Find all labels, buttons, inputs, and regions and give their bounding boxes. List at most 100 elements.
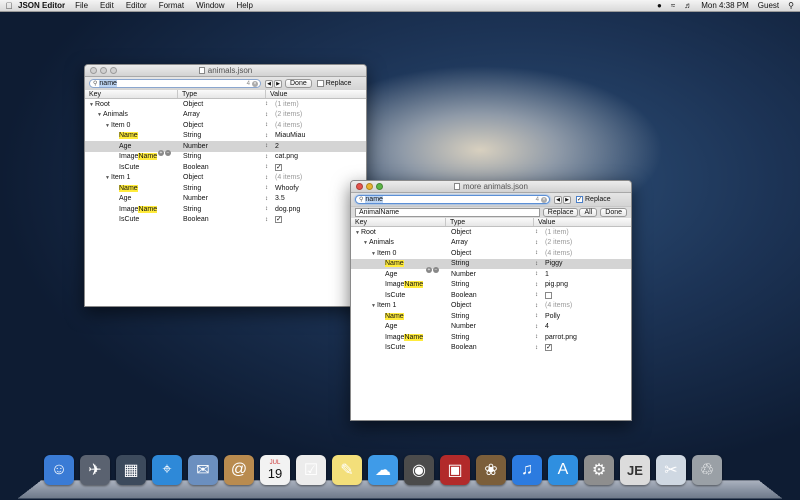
menu-edit[interactable]: Edit xyxy=(100,1,114,10)
row-key[interactable]: Name xyxy=(351,312,447,320)
column-value[interactable]: Value xyxy=(534,218,631,226)
messages-icon[interactable]: ☁ xyxy=(368,455,398,485)
iphoto-icon[interactable]: ❀ xyxy=(476,455,506,485)
row-value[interactable]: ↕ dog.png xyxy=(263,206,363,213)
apple-menu-icon[interactable]:  xyxy=(0,1,18,11)
json-editor-icon[interactable]: JE xyxy=(620,455,650,485)
row-key[interactable]: ▼Animals xyxy=(85,111,179,118)
type-popup-icon[interactable]: ↕ xyxy=(535,324,541,330)
mail-icon[interactable]: ✉ xyxy=(188,455,218,485)
reminders-icon[interactable]: ☑ xyxy=(296,455,326,485)
row-key[interactable]: Name + − xyxy=(351,260,447,274)
row-key[interactable]: IsCute xyxy=(351,292,447,299)
itunes-icon[interactable]: ♫ xyxy=(512,455,542,485)
app-menu[interactable]: JSON Editor xyxy=(18,1,65,10)
system-preferences-icon[interactable]: ⚙ xyxy=(584,455,614,485)
row-value[interactable]: ↕ (4 items) xyxy=(263,174,363,181)
row-value[interactable]: ↕ ✓ xyxy=(263,216,363,224)
type-popup-icon[interactable]: ↕ xyxy=(535,303,541,309)
row-value[interactable]: ↕ 2 xyxy=(263,143,363,150)
outline-row[interactable]: IsCute Boolean ↕ ✓ xyxy=(85,215,366,226)
row-type[interactable]: Boolean xyxy=(447,292,533,299)
outline-row[interactable]: IsCute Boolean ↕ ✓ xyxy=(85,162,366,173)
facetime-icon[interactable]: ◉ xyxy=(404,455,434,485)
type-popup-icon[interactable]: ↕ xyxy=(265,154,271,160)
row-key[interactable]: Age xyxy=(351,271,447,278)
type-popup-icon[interactable]: ↕ xyxy=(535,271,541,277)
row-key[interactable]: Age xyxy=(351,323,447,330)
type-popup-icon[interactable]: ↕ xyxy=(265,122,271,128)
type-popup-icon[interactable]: ↕ xyxy=(535,229,541,235)
contacts-icon[interactable]: @ xyxy=(224,455,254,485)
outline-row[interactable]: IsCute Boolean ↕ ✓ xyxy=(351,343,631,354)
clear-search-icon[interactable]: × xyxy=(252,80,258,87)
outline-row[interactable]: Name String ↕ Whoofy xyxy=(85,183,366,194)
row-value[interactable]: ↕ (2 items) xyxy=(263,111,363,118)
outline-row[interactable]: ImageName String ↕ dog.png xyxy=(85,204,366,215)
row-type[interactable]: String xyxy=(179,132,263,139)
type-popup-icon[interactable]: ↕ xyxy=(265,175,271,181)
row-type[interactable]: Object xyxy=(179,101,263,108)
row-key[interactable]: IsCute xyxy=(351,344,447,351)
previous-match-button[interactable]: ◀ xyxy=(554,195,562,204)
row-key[interactable]: ImageName xyxy=(351,333,447,341)
clock[interactable]: Mon 4:38 PM xyxy=(701,1,749,10)
column-value[interactable]: Value xyxy=(266,90,366,98)
row-type[interactable]: Boolean xyxy=(179,216,263,223)
type-popup-icon[interactable]: ↕ xyxy=(535,345,541,351)
search-input[interactable]: ⚲ name 4 × xyxy=(89,79,261,88)
column-type[interactable]: Type xyxy=(178,90,266,98)
row-key[interactable]: ▼Animals xyxy=(351,239,447,246)
row-type[interactable]: String xyxy=(447,260,533,267)
row-value[interactable]: ↕ 4 xyxy=(533,323,629,330)
row-value[interactable]: ↕ ✓ xyxy=(263,163,363,171)
row-value[interactable]: ↕ 3.5 xyxy=(263,195,363,202)
row-type[interactable]: String xyxy=(179,153,263,160)
row-value[interactable]: ↕ ✓ xyxy=(533,344,629,352)
row-value[interactable]: ↕ cat.png xyxy=(263,153,363,160)
window-titlebar[interactable]: animals.json xyxy=(85,65,366,77)
replace-all-button[interactable]: All xyxy=(579,208,598,217)
replace-button[interactable]: Replace xyxy=(542,208,579,217)
outline-row[interactable]: Age Number ↕ 3.5 xyxy=(85,194,366,205)
notes-icon[interactable]: ✎ xyxy=(332,455,362,485)
type-popup-icon[interactable]: ↕ xyxy=(535,334,541,340)
done-button[interactable]: Done xyxy=(600,208,627,217)
row-type[interactable]: Object xyxy=(447,302,533,309)
row-type[interactable]: Object xyxy=(447,229,533,236)
row-type[interactable]: Boolean xyxy=(179,164,263,171)
type-popup-icon[interactable]: ↕ xyxy=(265,185,271,191)
row-key[interactable]: Age + − xyxy=(85,143,179,156)
type-popup-icon[interactable]: ↕ xyxy=(535,240,541,246)
boolean-checkbox[interactable]: ✓ xyxy=(545,344,552,352)
type-popup-icon[interactable]: ↕ xyxy=(535,282,541,288)
finder-icon[interactable]: ☺ xyxy=(44,455,74,485)
row-value[interactable]: ↕ Piggy xyxy=(533,260,629,267)
column-type[interactable]: Type xyxy=(446,218,534,226)
row-type[interactable]: String xyxy=(447,313,533,320)
menu-file[interactable]: File xyxy=(75,1,88,10)
row-value[interactable]: ↕ (1 item) xyxy=(533,229,629,236)
replace-checkbox[interactable] xyxy=(316,80,324,87)
row-type[interactable]: Number xyxy=(179,195,263,202)
row-value[interactable]: ↕ Whoofy xyxy=(263,185,363,192)
row-value[interactable]: ↕ pig.png xyxy=(533,281,629,288)
type-popup-icon[interactable]: ↕ xyxy=(265,206,271,212)
row-key[interactable]: Name xyxy=(85,184,179,192)
outline-row[interactable]: IsCute Boolean ↕ xyxy=(351,290,631,301)
type-popup-icon[interactable]: ↕ xyxy=(535,250,541,256)
row-key[interactable]: ImageName xyxy=(351,281,447,289)
photo-booth-icon[interactable]: ▣ xyxy=(440,455,470,485)
outline-row[interactable]: ▼Item 0 Object ↕ (4 items) xyxy=(351,248,631,259)
type-popup-icon[interactable]: ↕ xyxy=(265,133,271,139)
outline-row[interactable]: Name String ↕ Polly xyxy=(351,311,631,322)
row-type[interactable]: Boolean xyxy=(447,344,533,351)
row-key[interactable]: ▼Item 1 xyxy=(351,302,447,309)
menu-editor[interactable]: Editor xyxy=(126,1,147,10)
window-titlebar[interactable]: more animals.json xyxy=(351,181,631,193)
row-value[interactable]: ↕ (1 item) xyxy=(263,101,363,108)
type-popup-icon[interactable]: ↕ xyxy=(535,313,541,319)
row-value[interactable]: ↕ xyxy=(533,291,629,299)
row-type[interactable]: Object xyxy=(447,250,533,257)
trash-icon[interactable]: ♲ xyxy=(692,455,722,485)
